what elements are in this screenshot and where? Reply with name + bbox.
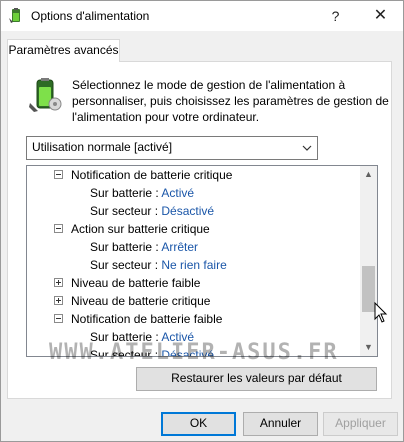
- tree-setting-row[interactable]: Sur secteur : Désactivé: [27, 202, 359, 220]
- restore-defaults-button[interactable]: Restaurer les valeurs par défaut: [136, 367, 377, 391]
- tree-setting-row[interactable]: Sur batterie : Activé: [27, 184, 359, 202]
- setting-value-link[interactable]: Activé: [161, 186, 194, 200]
- title-bar: Options d'alimentation ? ✕: [1, 1, 403, 31]
- tree-category-label: Action sur batterie critique: [71, 222, 210, 236]
- chevron-down-icon: [302, 145, 312, 151]
- tree-scrollbar[interactable]: ▲ ▼: [360, 166, 377, 356]
- cancel-button[interactable]: Annuler: [243, 412, 318, 436]
- expand-icon[interactable]: [54, 278, 63, 287]
- setting-value-link[interactable]: Désactivé: [161, 204, 214, 218]
- plan-description: Sélectionnez le mode de gestion de l'ali…: [72, 78, 389, 124]
- collapse-icon[interactable]: [54, 224, 63, 233]
- scroll-up-arrow-icon[interactable]: ▲: [360, 166, 377, 183]
- scroll-down-arrow-icon[interactable]: ▼: [360, 339, 377, 356]
- ok-button[interactable]: OK: [161, 412, 236, 436]
- power-plan-select[interactable]: Utilisation normale [activé]: [26, 136, 318, 160]
- setting-label: Sur secteur :: [90, 348, 159, 357]
- tree-category-label: Notification de batterie faible: [71, 312, 223, 326]
- setting-label: Sur secteur :: [90, 258, 159, 272]
- power-options-app-icon: [9, 8, 20, 23]
- tree-category-row[interactable]: Niveau de batterie critique: [27, 292, 359, 310]
- tree-setting-row[interactable]: Sur secteur : Ne rien faire: [27, 256, 359, 274]
- expand-icon[interactable]: [54, 296, 63, 305]
- help-button[interactable]: ?: [313, 1, 358, 31]
- settings-tree[interactable]: Notification de batterie critique Sur bat…: [26, 165, 378, 357]
- tree-setting-row[interactable]: Sur batterie : Activé: [27, 328, 359, 346]
- setting-value-link[interactable]: Activé: [161, 330, 194, 344]
- power-options-window: Options d'alimentation ? ✕ Paramètres av…: [0, 0, 404, 442]
- tree-setting-row[interactable]: Sur batterie : Arrêter: [27, 238, 359, 256]
- tree-category-label: Niveau de batterie faible: [71, 276, 201, 290]
- window-title: Options d'alimentation: [31, 9, 150, 23]
- tree-category-row[interactable]: Action sur batterie critique: [27, 220, 359, 238]
- mouse-cursor-icon: [374, 302, 388, 323]
- setting-value-link[interactable]: Désactivé: [161, 348, 214, 356]
- tree-category-row[interactable]: Notification de batterie faible: [27, 310, 359, 328]
- battery-settings-icon: [29, 78, 62, 112]
- tab-advanced-settings[interactable]: Paramètres avancés: [7, 39, 120, 62]
- tree-category-row[interactable]: Niveau de batterie faible: [27, 274, 359, 292]
- apply-button: Appliquer: [323, 412, 398, 436]
- collapse-icon[interactable]: [54, 314, 63, 323]
- setting-label: Sur batterie :: [90, 240, 159, 254]
- tree-setting-row[interactable]: Sur secteur : Désactivé: [27, 346, 359, 357]
- setting-label: Sur batterie :: [90, 330, 159, 344]
- collapse-icon[interactable]: [54, 170, 63, 179]
- tree-category-label: Niveau de batterie critique: [71, 294, 211, 308]
- close-button[interactable]: ✕: [358, 1, 403, 31]
- setting-label: Sur secteur :: [90, 204, 159, 218]
- power-plan-select-value: Utilisation normale [activé]: [32, 140, 173, 154]
- setting-value-link[interactable]: Arrêter: [161, 240, 198, 254]
- tree-category-row[interactable]: Notification de batterie critique: [27, 166, 359, 184]
- setting-value-link[interactable]: Ne rien faire: [161, 258, 226, 272]
- tree-category-label: Notification de batterie critique: [71, 168, 233, 182]
- setting-label: Sur batterie :: [90, 186, 159, 200]
